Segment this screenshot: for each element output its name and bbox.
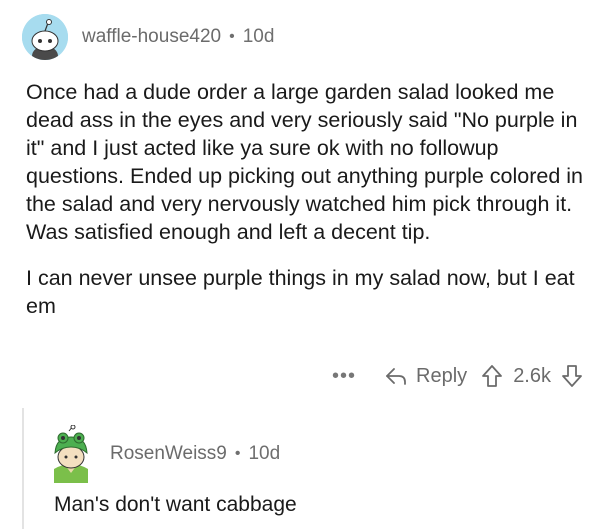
reply-age: 10d bbox=[248, 443, 281, 464]
comment-age: 10d bbox=[242, 26, 275, 47]
frog-hat-avatar-icon[interactable] bbox=[42, 424, 100, 483]
comment-actions: ••• Reply 2.6k bbox=[332, 364, 583, 388]
comment-username[interactable]: waffle-house420 bbox=[82, 26, 221, 48]
downvote-icon[interactable] bbox=[561, 364, 583, 388]
reply-button[interactable]: Reply bbox=[384, 365, 467, 388]
reply-username[interactable]: RosenWeiss9 bbox=[110, 443, 227, 465]
reply-header: RosenWeiss9 • 10d bbox=[42, 424, 280, 483]
meta-separator: • bbox=[234, 445, 241, 462]
comment-header: waffle-house420 • 10d bbox=[22, 14, 274, 60]
comment-meta: waffle-house420 • 10d bbox=[82, 26, 274, 48]
vote-controls: 2.6k bbox=[481, 364, 583, 388]
more-options-button[interactable]: ••• bbox=[332, 365, 356, 388]
comment-paragraph: I can never unsee purple things in my sa… bbox=[26, 266, 575, 318]
reply-label: Reply bbox=[416, 364, 468, 387]
reply-body: Man's don't want cabbage bbox=[54, 493, 297, 516]
reply-arrow-icon bbox=[384, 366, 408, 386]
vote-count: 2.6k bbox=[513, 364, 551, 387]
comment-body: Once had a dude order a large garden sal… bbox=[26, 78, 586, 338]
meta-separator: • bbox=[229, 28, 235, 45]
snoo-avatar-icon[interactable] bbox=[22, 14, 68, 60]
thread-line[interactable] bbox=[22, 408, 24, 529]
upvote-icon[interactable] bbox=[481, 364, 503, 388]
reply-meta: RosenWeiss9 • 10d bbox=[110, 443, 280, 465]
comment-paragraph: Once had a dude order a large garden sal… bbox=[26, 80, 583, 244]
